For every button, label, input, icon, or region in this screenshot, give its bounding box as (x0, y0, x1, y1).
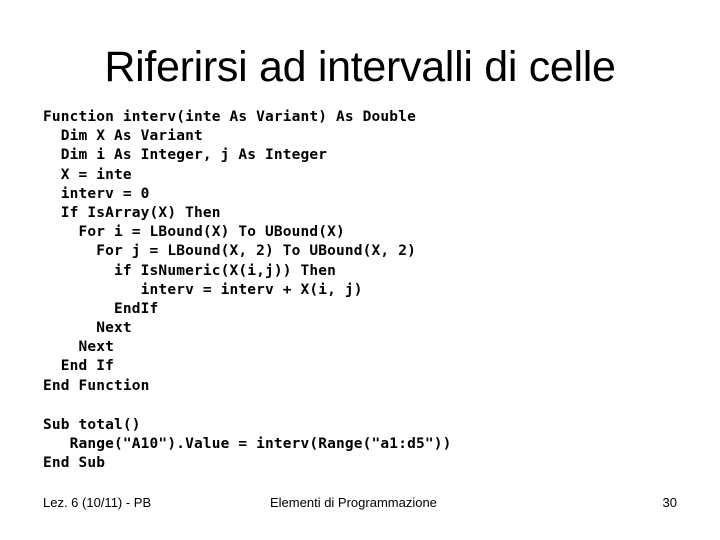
code-line: Next (43, 339, 115, 356)
code-line: if IsNumeric(X(i,j)) Then (43, 262, 337, 279)
code-line: interv = 0 (43, 185, 150, 202)
code-line: For j = LBound(X, 2) To UBound(X, 2) (43, 243, 416, 260)
code-line: Sub total() (43, 417, 141, 433)
code-block-sub: Sub total() Range("A10").Value = interv(… (43, 416, 451, 474)
footer-course-title: Elementi di Programmazione (270, 495, 437, 510)
code-line: Range("A10").Value = interv(Range("a1:d5… (43, 436, 452, 453)
code-line: Dim X As Variant (43, 128, 203, 145)
code-line: Function interv(inte As Variant) As Doub… (43, 109, 416, 125)
code-line: Dim i As Integer, j As Integer (43, 147, 328, 164)
code-line: End Function (43, 377, 150, 394)
code-block-function: Function interv(inte As Variant) As Doub… (43, 108, 416, 396)
code-line: For i = LBound(X) To UBound(X) (43, 224, 345, 241)
slide-title: Riferirsi ad intervalli di celle (104, 43, 616, 91)
code-line: EndIf (43, 300, 159, 317)
code-line: Next (43, 320, 132, 337)
code-line: End Sub (43, 455, 106, 472)
code-line: End If (43, 358, 115, 375)
footer-lecture-info: Lez. 6 (10/11) - PB (43, 495, 152, 510)
code-line: If IsArray(X) Then (43, 204, 221, 221)
footer-page-number: 30 (662, 495, 677, 510)
code-line: interv = interv + X(i, j) (43, 281, 363, 298)
code-line: X = inte (43, 166, 132, 183)
